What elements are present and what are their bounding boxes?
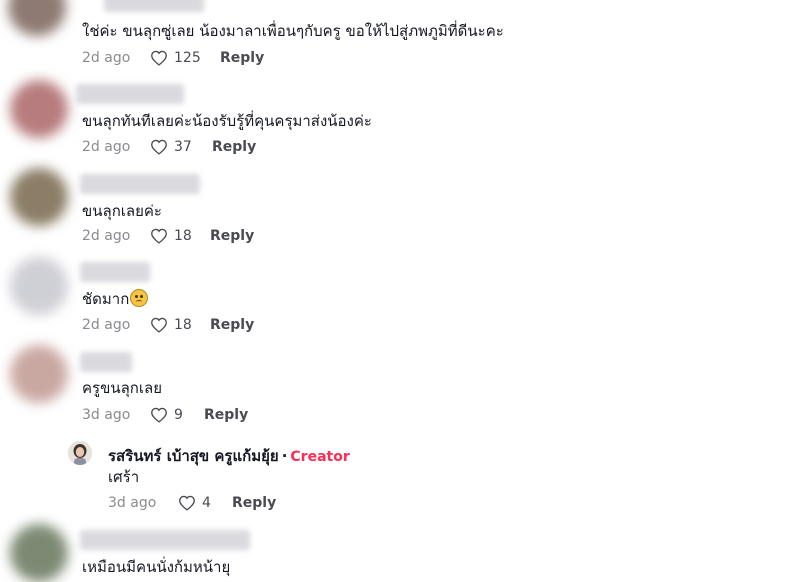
avatar[interactable] [10, 257, 68, 315]
comment-text: ขนลุกทันทีเลยค่ะน้องรับรู้ที่คุนครุมาส่ง… [82, 112, 372, 130]
comment-time: 2d ago [82, 317, 131, 333]
username-blurred[interactable] [80, 530, 250, 550]
comment-text: ครูขนลุกเลย [82, 379, 162, 397]
comment-time: 3d ago [108, 495, 157, 511]
avatar[interactable] [10, 345, 68, 403]
heart-icon[interactable] [178, 495, 196, 511]
reply-button[interactable]: Reply [210, 227, 254, 245]
creator-avatar-image [68, 441, 92, 465]
comment-text: เศร้า [108, 468, 140, 486]
heart-icon[interactable] [150, 317, 168, 333]
heart-icon[interactable] [150, 50, 168, 66]
comment-meta: 2d ago 37 Reply [82, 138, 256, 156]
like-count: 9 [174, 407, 183, 423]
username-blurred[interactable] [80, 262, 150, 282]
reply-button[interactable]: Reply [220, 49, 264, 67]
like-count: 125 [174, 50, 201, 66]
avatar[interactable] [10, 80, 68, 138]
comment-meta: 2d ago 18 Reply [82, 316, 254, 334]
like-count: 18 [174, 317, 192, 333]
comment-text-content: ชัดมาก [82, 290, 130, 308]
comment-text: ใช่ค่ะ ขนลุกซู่เลย น้องมาลาเพื่อนๆกับครู… [82, 22, 504, 40]
avatar[interactable] [10, 168, 68, 226]
creator-badge: Creator [290, 449, 350, 465]
avatar[interactable] [10, 524, 68, 582]
separator-dot: · [281, 447, 288, 465]
like-count: 18 [174, 228, 192, 244]
creator-name-row: รสรินทร์ เบ้าสุข ครูแก้มยุ้ย · Creator [108, 444, 350, 468]
worried-face-icon [130, 289, 149, 307]
username-blurred[interactable] [76, 84, 184, 104]
username-blurred[interactable] [80, 174, 200, 194]
heart-icon[interactable] [150, 407, 168, 423]
like-count: 4 [202, 495, 211, 511]
creator-name[interactable]: รสรินทร์ เบ้าสุข ครูแก้มยุ้ย [108, 447, 279, 465]
comment-meta: 3d ago 4 Reply [108, 494, 276, 512]
comment-time: 2d ago [82, 50, 131, 66]
heart-icon[interactable] [150, 139, 168, 155]
avatar[interactable] [8, 0, 66, 36]
reply-button[interactable]: Reply [232, 494, 276, 512]
comment-text: เหมือนมีคนนั่งก้มหน้ายุ [82, 558, 231, 576]
reply-button[interactable]: Reply [212, 138, 256, 156]
comment-meta: 2d ago 18 Reply [82, 227, 254, 245]
reply-button[interactable]: Reply [210, 316, 254, 334]
comment-meta: 3d ago 9 Reply [82, 406, 248, 424]
username-blurred[interactable] [104, 0, 204, 12]
comment-time: 3d ago [82, 407, 131, 423]
reply-button[interactable]: Reply [204, 406, 248, 424]
comment-text: ชัดมาก [82, 289, 149, 309]
username-blurred[interactable] [80, 352, 132, 372]
comment-meta: 2d ago 125 Reply [82, 49, 264, 67]
like-count: 37 [174, 139, 192, 155]
creator-avatar[interactable] [68, 441, 92, 465]
comment-time: 2d ago [82, 228, 131, 244]
comment-time: 2d ago [82, 139, 131, 155]
comment-text: ขนลุกเลยค่ะ [82, 202, 162, 220]
heart-icon[interactable] [150, 228, 168, 244]
